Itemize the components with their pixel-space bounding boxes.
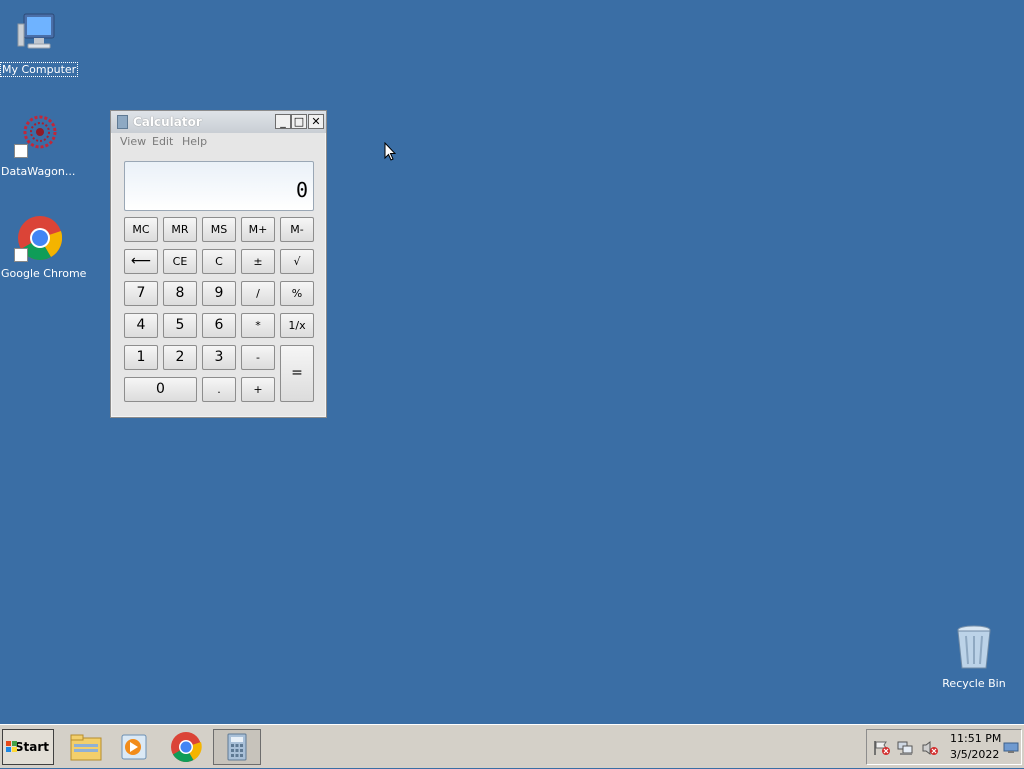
desktop-icon-google-chrome[interactable]: Google Chrome (0, 214, 86, 281)
datawagon-icon (14, 112, 62, 160)
divide-button[interactable]: / (241, 281, 275, 306)
desktop-icon-my-computer[interactable]: My Computer (0, 10, 79, 77)
clock-date[interactable]: 3/5/2022 (950, 748, 999, 761)
title-bar[interactable]: Calculator _ □ ✕ (111, 111, 326, 133)
volume-muted-icon[interactable] (921, 740, 939, 756)
square-root-button[interactable]: √ (280, 249, 314, 274)
desktop-icon-label: Google Chrome (1, 267, 87, 280)
taskbar-media-player[interactable] (112, 729, 156, 765)
taskbar-file-explorer[interactable] (64, 729, 108, 765)
backspace-button[interactable]: ⟵ (124, 249, 158, 274)
memory-subtract-button[interactable]: M- (280, 217, 314, 242)
clear-button[interactable]: C (202, 249, 236, 274)
decimal-point-button[interactable]: . (202, 377, 236, 402)
clear-entry-button[interactable]: CE (163, 249, 197, 274)
desktop-icon-label: My Computer (0, 62, 79, 77)
file-explorer-icon (70, 734, 102, 761)
digit-7-button[interactable]: 7 (124, 281, 158, 306)
close-button[interactable]: ✕ (308, 114, 324, 129)
taskbar: Start (0, 724, 1024, 768)
calculator-window[interactable]: Calculator _ □ ✕ View Edit Help 0 MC MR … (110, 110, 327, 418)
calculator-icon (227, 733, 247, 761)
display-value: 0 (295, 178, 308, 202)
add-button[interactable]: + (241, 377, 275, 402)
calculator-display: 0 (124, 161, 314, 211)
desktop-icon-label: DataWagon... (1, 165, 76, 178)
negate-button[interactable]: ± (241, 249, 275, 274)
digit-3-button[interactable]: 3 (202, 345, 236, 370)
multiply-button[interactable]: * (241, 313, 275, 338)
chrome-icon (171, 732, 202, 763)
windows-logo-icon (6, 741, 17, 752)
digit-2-button[interactable]: 2 (163, 345, 197, 370)
recycle-bin-icon (950, 624, 998, 672)
memory-add-button[interactable]: M+ (241, 217, 275, 242)
memory-clear-button[interactable]: MC (124, 217, 158, 242)
equals-button[interactable]: = (280, 345, 314, 402)
computer-icon (14, 10, 62, 58)
memory-recall-button[interactable]: MR (163, 217, 197, 242)
memory-store-button[interactable]: MS (202, 217, 236, 242)
desktop-icon-recycle-bin[interactable]: Recycle Bin (936, 624, 1012, 691)
chrome-icon (14, 214, 63, 262)
menu-view[interactable]: View (120, 135, 146, 148)
digit-4-button[interactable]: 4 (124, 313, 158, 338)
calculator-icon (117, 115, 128, 129)
digit-5-button[interactable]: 5 (163, 313, 197, 338)
reciprocal-button[interactable]: 1/x (280, 313, 314, 338)
clock-time[interactable]: 11:51 PM (950, 732, 1001, 745)
percent-button[interactable]: % (280, 281, 314, 306)
digit-1-button[interactable]: 1 (124, 345, 158, 370)
minimize-button[interactable]: _ (275, 114, 291, 129)
menu-help[interactable]: Help (182, 135, 207, 148)
show-desktop-icon[interactable] (1003, 742, 1019, 754)
action-center-flag-icon[interactable] (873, 740, 891, 756)
digit-0-button[interactable]: 0 (124, 377, 197, 402)
shortcut-arrow-icon (14, 248, 28, 262)
network-icon[interactable] (897, 740, 915, 756)
taskbar-calculator[interactable] (213, 729, 261, 765)
digit-8-button[interactable]: 8 (163, 281, 197, 306)
subtract-button[interactable]: - (241, 345, 275, 370)
desktop-icon-datawagon[interactable]: DataWagon... (0, 112, 76, 179)
start-label: Start (14, 740, 49, 754)
maximize-button[interactable]: □ (291, 114, 307, 129)
menu-edit[interactable]: Edit (152, 135, 173, 148)
digit-9-button[interactable]: 9 (202, 281, 236, 306)
shortcut-arrow-icon (14, 144, 28, 158)
start-button[interactable]: Start (2, 729, 54, 765)
menu-bar: View Edit Help (111, 133, 326, 151)
taskbar-google-chrome[interactable] (164, 729, 208, 765)
window-title: Calculator (133, 115, 202, 129)
digit-6-button[interactable]: 6 (202, 313, 236, 338)
media-player-icon (121, 734, 147, 760)
mouse-cursor-icon (384, 141, 397, 166)
desktop-icon-label: Recycle Bin (942, 677, 1006, 690)
